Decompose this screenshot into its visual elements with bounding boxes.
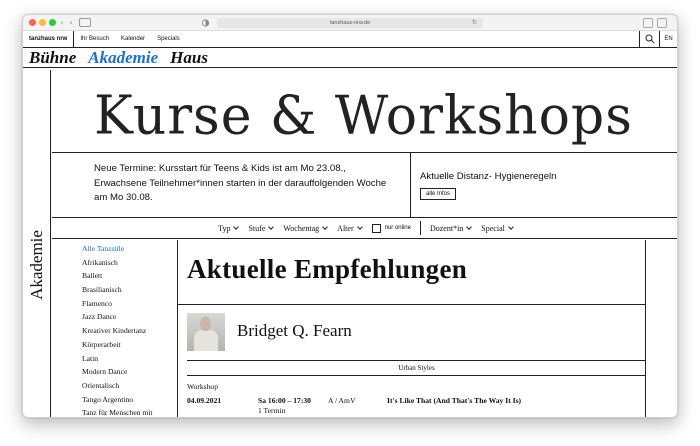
filter-weekday[interactable]: Wochentag xyxy=(283,223,329,233)
style-item[interactable]: Brasilianisch xyxy=(82,283,174,297)
section-label-column: Akademie xyxy=(23,70,51,417)
section-haus[interactable]: Haus xyxy=(170,48,208,68)
filter-type[interactable]: Typ xyxy=(218,223,240,233)
close-window-button[interactable] xyxy=(29,19,36,26)
teacher-photo[interactable] xyxy=(187,313,225,351)
chevron-down-icon xyxy=(356,223,363,230)
course-sessions: 1 Termin xyxy=(258,406,286,415)
filter-age[interactable]: Alter xyxy=(337,223,363,233)
tabs-overview-icon[interactable] xyxy=(657,18,667,28)
chevron-down-icon xyxy=(322,223,329,230)
course-time: Sa 16:00 – 17:30 xyxy=(258,396,311,405)
chevron-down-icon xyxy=(466,223,473,230)
site-navigation: tanzhaus nrw Ihr Besuch Kalender Special… xyxy=(23,31,677,48)
nav-item-calendar[interactable]: Kalender xyxy=(115,31,151,47)
divider xyxy=(178,304,646,305)
filter-label: Dozent*in xyxy=(429,223,464,233)
chevron-down-icon xyxy=(233,223,240,230)
course-title[interactable]: It's Like That (And That's The Way It Is… xyxy=(387,396,521,405)
chevron-down-icon xyxy=(508,223,514,230)
news-text: Neue Termine: Kursstart für Teens & Kids… xyxy=(94,163,387,204)
course-level: A / AmV xyxy=(328,396,356,405)
teacher-name[interactable]: Bridget Q. Fearn xyxy=(237,321,352,341)
all-info-button[interactable]: alle Infos xyxy=(420,188,457,200)
style-item[interactable]: Ballett xyxy=(82,269,174,283)
style-item[interactable]: Jazz Dance xyxy=(82,310,174,324)
search-button[interactable] xyxy=(639,31,659,47)
recommendations-title: Aktuelle Empfehlungen xyxy=(187,254,468,284)
course-date: 04.09.2021 xyxy=(187,396,222,405)
address-bar[interactable]: tanzhaus-nrw.de ↻ xyxy=(217,18,483,28)
page-content: Kurse & Workshops Neue Termine: Kursstar… xyxy=(52,70,677,417)
forward-icon[interactable]: › xyxy=(66,18,76,28)
chevron-down-icon xyxy=(268,223,275,230)
zoom-window-button[interactable] xyxy=(49,19,56,26)
online-label: nur online xyxy=(384,225,411,231)
section-label: Akademie xyxy=(27,230,46,300)
filter-level[interactable]: Stufe xyxy=(248,223,275,233)
news-banner: Neue Termine: Kursstart für Teens & Kids… xyxy=(52,153,677,218)
share-icon[interactable] xyxy=(643,18,653,28)
page-title: Kurse & Workshops xyxy=(94,85,633,147)
url-text: tanzhaus-nrw.de xyxy=(329,20,371,26)
filter-label: Wochentag xyxy=(283,223,320,233)
browser-window: ‹ › tanzhaus-nrw.de ↻ tanzhaus nrw Ihr B… xyxy=(22,14,678,418)
course-area: Alle Tanzstile Afrikanisch Ballett Brasi… xyxy=(52,240,677,417)
page-main: Akademie Kurse & Workshops Neue Termine:… xyxy=(23,70,677,417)
style-item[interactable]: Latin xyxy=(82,352,174,366)
browser-toolbar: ‹ › tanzhaus-nrw.de ↻ xyxy=(23,15,677,31)
site-logo[interactable]: tanzhaus nrw xyxy=(23,31,75,47)
hero: Kurse & Workshops xyxy=(52,70,677,153)
sidebar-toggle-icon[interactable] xyxy=(79,18,91,27)
language-switch[interactable]: EN xyxy=(659,31,677,47)
nav-item-specials[interactable]: Specials xyxy=(151,31,186,47)
filter-bar: Typ Stufe Wochentag Alter nur online Doz… xyxy=(52,218,677,239)
style-item[interactable]: Flamenco xyxy=(82,297,174,311)
style-item[interactable]: Modern Dance xyxy=(82,365,174,379)
filter-special[interactable]: Special xyxy=(481,223,514,233)
news-divider xyxy=(410,153,411,217)
style-item[interactable]: Kreativer Kindertanz xyxy=(82,324,174,338)
section-buehne[interactable]: Bühne xyxy=(29,48,76,68)
style-item[interactable]: Körperarbeit xyxy=(82,338,174,352)
filter-label: Alter xyxy=(337,223,354,233)
course-category: Urban Styles xyxy=(398,364,435,372)
filter-label: Typ xyxy=(218,223,231,233)
reload-icon[interactable]: ↻ xyxy=(472,18,477,28)
style-item[interactable]: Afrikanisch xyxy=(82,256,174,270)
course-kind: Workshop xyxy=(187,382,219,391)
search-icon xyxy=(645,34,655,44)
minimize-window-button[interactable] xyxy=(39,19,46,26)
hygiene-rules-title: Aktuelle Distanz- Hygieneregeln xyxy=(420,171,557,182)
dance-style-list: Alle Tanzstile Afrikanisch Ballett Brasi… xyxy=(82,242,174,417)
recommendations-panel: Aktuelle Empfehlungen Bridget Q. Fearn U… xyxy=(177,240,646,417)
divider xyxy=(187,375,646,376)
style-item-all[interactable]: Alle Tanzstile xyxy=(82,242,174,256)
filter-label: Stufe xyxy=(248,223,266,233)
style-item[interactable]: Tanz für Menschen mit xyxy=(82,406,174,417)
online-checkbox[interactable] xyxy=(371,223,381,233)
section-switcher: Bühne Akademie Haus xyxy=(23,48,677,68)
filter-label: Special xyxy=(481,223,505,233)
filter-online-only[interactable]: nur online xyxy=(371,223,411,233)
style-item[interactable]: Tango Argentino xyxy=(82,393,174,407)
filter-divider xyxy=(419,221,421,235)
nav-item-visit[interactable]: Ihr Besuch xyxy=(74,31,115,47)
style-item[interactable]: Orientalisch xyxy=(82,379,174,393)
privacy-shield-icon[interactable] xyxy=(201,18,210,28)
filter-teacher[interactable]: Dozent*in xyxy=(429,223,473,233)
section-akademie[interactable]: Akademie xyxy=(88,48,158,68)
